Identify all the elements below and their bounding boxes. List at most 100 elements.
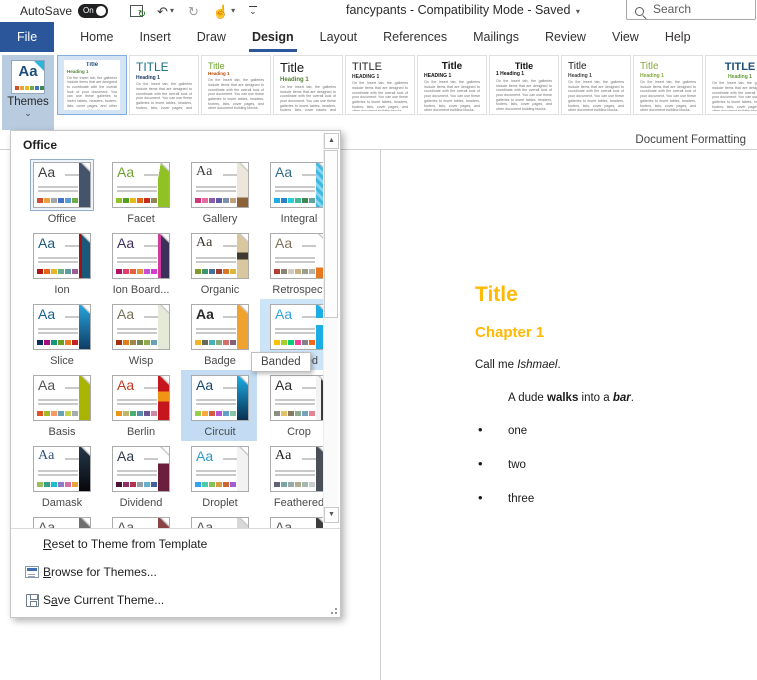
theme-partial[interactable]: Aa	[181, 512, 257, 528]
theme-organic[interactable]: Aa Organic	[181, 228, 257, 299]
style-set-1[interactable]: Title Heading 1 On the Insert tab, the gal…	[57, 55, 127, 115]
style-set-gallery: Title Heading 1 On the Insert tab, the gal…	[57, 55, 757, 117]
bullet-item: two	[475, 457, 735, 472]
menu-separator	[11, 528, 340, 529]
toggle-knob	[96, 6, 107, 16]
themes-icon: Aa	[11, 60, 45, 94]
themes-dropdown: Office Aa Office Aa Facet Aa Gallery Aa Integra…	[10, 130, 341, 618]
style-set-5[interactable]: TITLE HEADING 1 On the Insert tab, the gal…	[345, 55, 415, 115]
theme-office[interactable]: Aa Office	[23, 157, 99, 228]
style-set-9[interactable]: Title Heading 1 On the Insert tab, the gal…	[633, 55, 703, 115]
autosave-state: On	[83, 6, 94, 15]
ribbon-tab-bar: File Home Insert Draw Design Layout References…	[0, 22, 757, 52]
theme-ion-board[interactable]: Aa Ion Board...	[102, 228, 178, 299]
tab-layout[interactable]: Layout	[307, 22, 371, 52]
save-icon	[25, 593, 39, 607]
tab-design[interactable]: Design	[239, 22, 307, 52]
bullet-item: one	[475, 423, 735, 438]
scrollbar[interactable]: ▲ ▼	[323, 133, 339, 523]
autosave-label: AutoSave	[20, 4, 73, 18]
save-icon: ↻	[130, 5, 146, 20]
theme-dividend[interactable]: Aa Dividend	[102, 441, 178, 512]
resize-grip[interactable]	[329, 606, 337, 614]
document-content: Title Chapter 1 Call me Ishmael. A dude …	[475, 283, 735, 526]
bullet-list: one two three	[475, 423, 735, 506]
style-set-7[interactable]: Title 1 Heading 1 On the Insert tab, the g…	[489, 55, 559, 115]
theme-retrospect[interactable]: Aa Retrospect	[260, 228, 323, 299]
style-set-10[interactable]: TITLEHeading 1On the Insert tab, the gal…	[705, 55, 757, 115]
theme-integral[interactable]: Aa Integral	[260, 157, 323, 228]
doc-heading: Chapter 1	[475, 324, 545, 341]
page-fold-icon	[34, 61, 44, 71]
theme-facet[interactable]: Aa Facet	[102, 157, 178, 228]
window-title[interactable]: fancypants - Compatibility Mode - Saved …	[346, 3, 580, 17]
dropdown-menu: Reset to Theme from Template Browse for T…	[11, 530, 340, 614]
bullet-item: three	[475, 491, 735, 506]
themes-gallery: Office Aa Office Aa Facet Aa Gallery Aa Integra…	[11, 131, 323, 528]
document-page[interactable]: Title Chapter 1 Call me Ishmael. A dude …	[381, 150, 757, 680]
undo-button[interactable]: ↶ ▾	[157, 5, 174, 18]
theme-wisp[interactable]: Aa Wisp	[102, 299, 178, 370]
search-input[interactable]: Search	[626, 0, 756, 20]
theme-partial[interactable]: Aa	[260, 512, 323, 528]
themes-button-label: Themes	[7, 96, 49, 108]
theme-damask[interactable]: Aa Damask	[23, 441, 99, 512]
browse-icon	[25, 566, 39, 578]
tab-view[interactable]: View	[599, 22, 652, 52]
theme-grid: Aa Office Aa Facet Aa Gallery Aa Integral Aa Ion A…	[23, 157, 323, 528]
style-set-2[interactable]: TITLE Heading 1 On the Insert tab, the gal…	[129, 55, 199, 115]
title-bar: AutoSave On ↻ ↶ ▾ ↻ ☝ ▾ ⌄ fancypants - Com…	[0, 0, 757, 22]
quick-access-toolbar: ↻ ↶ ▾ ↻ ☝ ▾ ⌄	[130, 5, 257, 20]
redo-button[interactable]: ↻	[188, 5, 199, 18]
tab-draw[interactable]: Draw	[184, 22, 239, 52]
search-placeholder: Search	[653, 2, 692, 16]
tooltip: Banded	[251, 352, 311, 372]
doc-paragraph: A dude walks into a bar.	[508, 392, 634, 404]
style-set-8[interactable]: Title Heading 1 On the Insert tab, the gal…	[561, 55, 631, 115]
theme-basis[interactable]: Aa Basis	[23, 370, 99, 441]
menu-item-browse-for-themes[interactable]: Browse for Themes...	[11, 558, 340, 586]
theme-berlin[interactable]: Aa Berlin	[102, 370, 178, 441]
theme-ion[interactable]: Aa Ion	[23, 228, 99, 299]
undo-icon: ↶	[157, 3, 168, 19]
scroll-up-button[interactable]: ▲	[324, 133, 339, 149]
title-dropdown-icon: ▾	[575, 7, 580, 16]
theme-droplet[interactable]: Aa Droplet	[181, 441, 257, 512]
doc-title: Title	[475, 283, 518, 306]
scrollbar-thumb[interactable]	[324, 150, 338, 318]
theme-circuit[interactable]: Aa Circuit	[181, 370, 257, 441]
autosave-control[interactable]: AutoSave On	[20, 4, 109, 18]
tab-mailings[interactable]: Mailings	[460, 22, 532, 52]
scroll-down-button[interactable]: ▼	[324, 507, 339, 523]
search-icon	[635, 7, 644, 16]
ribbon-group-label: Document Formatting	[635, 134, 746, 146]
overflow-chevron-icon: ⌄	[249, 6, 257, 16]
tab-file[interactable]: File	[0, 22, 55, 52]
tab-review[interactable]: Review	[532, 22, 599, 52]
style-set-6[interactable]: Title HEADING 1 On the Insert tab, the gal…	[417, 55, 487, 115]
theme-gallery[interactable]: Aa Gallery	[181, 157, 257, 228]
tab-help[interactable]: Help	[652, 22, 704, 52]
chevron-down-icon: ⌄	[24, 108, 32, 118]
theme-feathered[interactable]: Aa Feathered	[260, 441, 323, 512]
autosave-toggle[interactable]: On	[78, 4, 109, 18]
themes-button[interactable]: Aa Themes ⌄	[2, 55, 54, 130]
theme-partial[interactable]: Aa	[102, 512, 178, 528]
theme-badge[interactable]: Aa Badge	[181, 299, 257, 370]
tab-home[interactable]: Home	[67, 22, 126, 52]
menu-item-save-current-theme[interactable]: Save Current Theme...	[11, 586, 340, 614]
touch-mode-icon: ☝	[212, 3, 230, 19]
menu-item-reset-to-theme-from-template[interactable]: Reset to Theme from Template	[11, 530, 340, 558]
theme-slice[interactable]: Aa Slice	[23, 299, 99, 370]
style-set-4[interactable]: Title Heading 1 On the Insert tab, the gal…	[273, 55, 343, 115]
customize-toolbar-button[interactable]: ⌄	[249, 6, 257, 16]
style-set-3[interactable]: Title Heading 1 On the Insert tab, the gal…	[201, 55, 271, 115]
save-button[interactable]: ↻	[130, 5, 146, 20]
tab-insert[interactable]: Insert	[127, 22, 184, 52]
theme-partial[interactable]: Aa	[23, 512, 99, 528]
redo-icon: ↻	[187, 3, 199, 19]
themes-section-header: Office	[23, 138, 58, 152]
theme-crop[interactable]: Aa Crop	[260, 370, 323, 441]
tab-references[interactable]: References	[370, 22, 460, 52]
touch-mode-button[interactable]: ☝ ▾	[213, 5, 235, 18]
